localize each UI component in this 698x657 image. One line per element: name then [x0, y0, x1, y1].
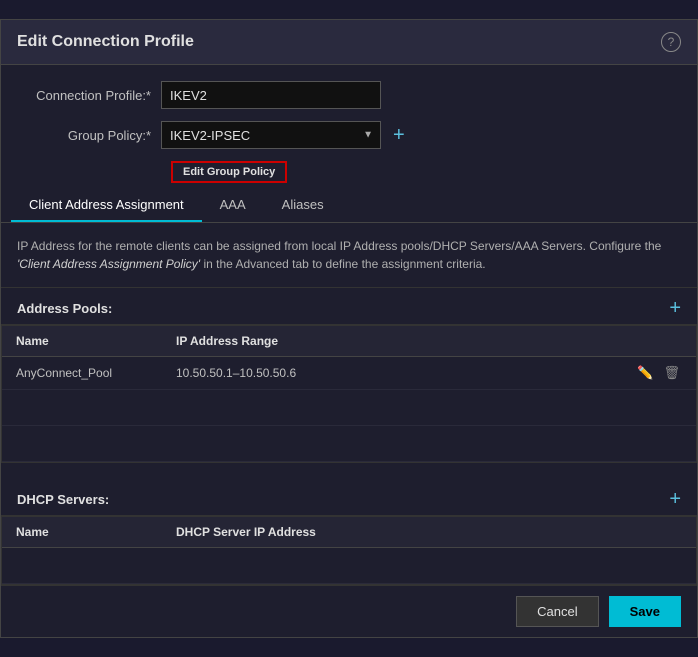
dialog-title: Edit Connection Profile [17, 33, 194, 51]
connection-profile-input[interactable] [161, 81, 381, 109]
address-pools-table-container: Name IP Address Range AnyConnect_Pool 10… [1, 325, 697, 463]
edit-connection-profile-dialog: Edit Connection Profile ? Connection Pro… [0, 19, 698, 638]
address-pools-header-row: Name IP Address Range [2, 326, 696, 357]
tab-aaa[interactable]: AAA [202, 189, 264, 222]
table-row: AnyConnect_Pool 10.50.50.1–10.50.50.6 ✏️… [2, 357, 696, 390]
dhcp-empty-cell-3 [636, 548, 696, 584]
empty-row-1 [2, 390, 696, 426]
empty-cell-4 [2, 426, 162, 462]
description-line1: IP Address for the remote clients can be… [17, 239, 661, 271]
dhcp-empty-cell-1 [2, 548, 162, 584]
pool-name-cell: AnyConnect_Pool [2, 357, 162, 390]
add-dhcp-server-button[interactable]: + [669, 489, 681, 509]
cancel-button[interactable]: Cancel [516, 596, 598, 627]
pool-ip-range-cell: 10.50.50.1–10.50.50.6 [162, 357, 621, 390]
empty-cell-3 [621, 390, 696, 426]
save-button[interactable]: Save [609, 596, 681, 627]
edit-group-policy-button[interactable]: Edit Group Policy [171, 161, 287, 183]
dhcp-empty-row-1 [2, 548, 696, 584]
select-container: IKEV2-IPSEC ▼ [161, 121, 381, 149]
tabs-area: Client Address Assignment AAA Aliases [1, 183, 697, 223]
group-policy-row: Group Policy:* IKEV2-IPSEC ▼ + [21, 121, 677, 149]
delete-pool-button[interactable]: 🗑 [661, 365, 682, 381]
add-address-pool-button[interactable]: + [669, 298, 681, 318]
empty-cell-2 [162, 390, 621, 426]
tab-aliases[interactable]: Aliases [264, 189, 342, 222]
dhcp-col-header-name: Name [2, 517, 162, 548]
form-area: Connection Profile:* Group Policy:* IKEV… [1, 65, 697, 183]
address-pools-header: Address Pools: + [1, 288, 697, 325]
empty-cell-5 [162, 426, 621, 462]
content-area: IP Address for the remote clients can be… [1, 223, 697, 585]
empty-cell-1 [2, 390, 162, 426]
col-header-action [621, 326, 696, 357]
action-icons: ✏️ 🗑 [635, 365, 682, 381]
dialog-footer: Cancel Save [1, 585, 697, 637]
dhcp-servers-table: Name DHCP Server IP Address [2, 517, 696, 584]
edit-group-policy-row: Edit Group Policy [21, 161, 677, 183]
group-policy-label: Group Policy:* [21, 128, 161, 143]
dhcp-empty-cell-2 [162, 548, 636, 584]
dialog-header: Edit Connection Profile ? [1, 20, 697, 65]
dhcp-col-header-ip: DHCP Server IP Address [162, 517, 636, 548]
description-text: IP Address for the remote clients can be… [1, 223, 697, 288]
address-pools-title: Address Pools: [17, 301, 112, 316]
empty-cell-6 [621, 426, 696, 462]
group-policy-select[interactable]: IKEV2-IPSEC [161, 121, 381, 149]
edit-pool-button[interactable]: ✏️ [635, 365, 655, 381]
col-header-ip: IP Address Range [162, 326, 621, 357]
group-policy-select-wrapper: IKEV2-IPSEC ▼ + [161, 121, 409, 149]
dhcp-servers-header: DHCP Servers: + [1, 479, 697, 516]
dhcp-servers-title: DHCP Servers: [17, 492, 109, 507]
add-group-policy-button[interactable]: + [389, 125, 409, 145]
pool-actions-cell: ✏️ 🗑 [621, 357, 696, 390]
dhcp-servers-table-container: Name DHCP Server IP Address [1, 516, 697, 585]
dhcp-header-row: Name DHCP Server IP Address [2, 517, 696, 548]
empty-row-2 [2, 426, 696, 462]
col-header-name: Name [2, 326, 162, 357]
address-pools-table: Name IP Address Range AnyConnect_Pool 10… [2, 326, 696, 462]
connection-profile-row: Connection Profile:* [21, 81, 677, 109]
tab-client-address-assignment[interactable]: Client Address Assignment [11, 189, 202, 222]
connection-profile-label: Connection Profile:* [21, 88, 161, 103]
tabs-container: Client Address Assignment AAA Aliases [1, 189, 697, 222]
dhcp-col-header-action [636, 517, 696, 548]
help-icon[interactable]: ? [661, 32, 681, 52]
